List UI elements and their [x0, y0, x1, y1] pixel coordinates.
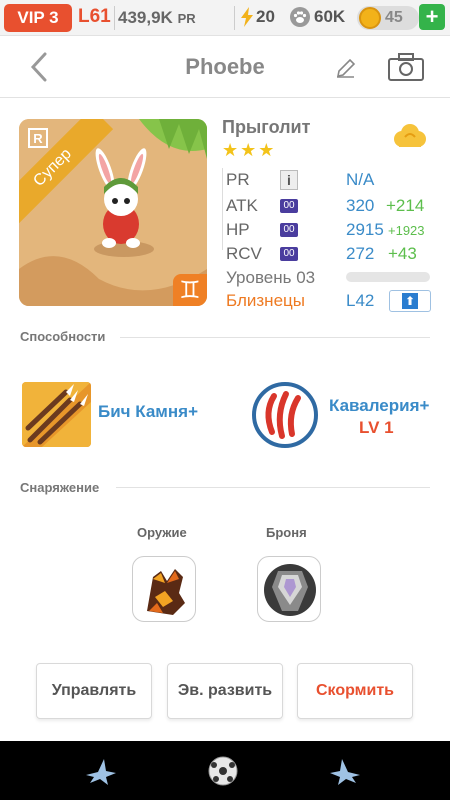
energy-counter[interactable]: 20: [240, 7, 275, 27]
max-level: L42: [346, 291, 375, 310]
level-text: Уровень 03: [226, 268, 316, 287]
stat-row-atk: ATK 00 320 +214: [222, 194, 434, 218]
edit-icon[interactable]: [334, 56, 358, 80]
manage-button[interactable]: Управлять: [36, 663, 152, 719]
stat-value: 2915: [346, 220, 384, 239]
power-rating: 439,9K PR: [118, 8, 196, 28]
status-bar: VIP 3 L61 439,9K PR 20 60K 45 +: [0, 0, 450, 36]
divider: [234, 6, 235, 30]
stat-value: 320: [346, 196, 375, 215]
gauntlet-icon: [147, 569, 185, 615]
bottom-nav: [0, 741, 450, 800]
skill-name[interactable]: Кавалерия+: [329, 396, 429, 416]
add-coins-button[interactable]: +: [419, 4, 445, 30]
armor-icon: [264, 564, 316, 616]
armor-slot[interactable]: [257, 556, 321, 622]
level-up-button[interactable]: ⬆: [389, 290, 431, 312]
weapon-label: Оружие: [137, 525, 187, 540]
lightning-icon: [241, 7, 253, 27]
monster-name: Прыголит: [222, 117, 311, 137]
evolve-button[interactable]: Эв. развить: [167, 663, 283, 719]
paw-value: 60K: [314, 7, 346, 26]
paw-icon: [290, 7, 310, 27]
stat-row-hp: HP 00 2915 +1923: [222, 218, 434, 242]
stat-bonus: +214: [386, 196, 425, 215]
weapon-slot[interactable]: [132, 556, 196, 622]
divider: [116, 487, 430, 488]
stat-label: RCV: [226, 244, 262, 263]
stat-row-rcv: RCV 00 272 +43: [222, 242, 434, 266]
info-icon[interactable]: i: [280, 170, 298, 190]
armor-label: Броня: [266, 525, 307, 540]
monster-portrait[interactable]: Супер R ♊: [19, 119, 207, 306]
level-progress-bar: [346, 272, 430, 282]
page-title: Phoebe: [185, 54, 265, 79]
stat-label: ATK: [226, 196, 258, 215]
claw-icon[interactable]: [250, 382, 320, 448]
power-unit: PR: [177, 11, 196, 26]
coin-value: 45: [385, 9, 403, 26]
page-header: Phoebe: [0, 36, 450, 98]
ball-icon[interactable]: [206, 755, 240, 787]
stat-tag: 00: [280, 199, 298, 213]
player-level: L61: [78, 6, 111, 27]
coin-icon: [359, 7, 381, 29]
coin-counter[interactable]: 45: [357, 6, 419, 30]
star-right-icon[interactable]: [328, 755, 362, 787]
stat-tag: 00: [280, 223, 298, 237]
stat-value: N/A: [346, 170, 375, 189]
skill-name[interactable]: Бич Камня+: [98, 402, 198, 422]
stat-bonus: +1923: [388, 223, 425, 238]
stat-label: HP: [226, 220, 250, 239]
paw-counter[interactable]: 60K: [290, 7, 345, 27]
star-left-icon[interactable]: [84, 755, 118, 787]
stat-label: PR: [226, 170, 250, 189]
divider: [120, 337, 430, 338]
stat-row-pr: PR i N/A: [222, 168, 434, 192]
zodiac-badge: ♊: [173, 274, 207, 306]
star-rating: ★★★: [222, 140, 277, 160]
stats-divider: [222, 168, 223, 250]
spear-icon: [22, 382, 91, 447]
divider: [114, 6, 115, 30]
skill-level: LV 1: [359, 418, 394, 437]
feed-button[interactable]: Скормить: [297, 663, 413, 719]
power-value: 439,9K: [118, 8, 173, 27]
cloud-icon[interactable]: [393, 123, 427, 151]
up-arrow-icon: ⬆: [402, 293, 418, 309]
energy-value: 20: [256, 7, 275, 26]
equipment-header: Снаряжение: [20, 480, 100, 495]
camera-icon[interactable]: [387, 52, 425, 82]
zodiac-sign: Близнецы: [226, 291, 305, 310]
stat-value: 272: [346, 244, 375, 263]
stat-bonus: +43: [388, 244, 417, 263]
stat-tag: 00: [280, 247, 298, 261]
rarity-badge: R: [28, 128, 48, 148]
vip-badge[interactable]: VIP 3: [4, 4, 72, 32]
skill-stone-whip-icon[interactable]: [22, 382, 91, 447]
abilities-header: Способности: [20, 329, 106, 344]
